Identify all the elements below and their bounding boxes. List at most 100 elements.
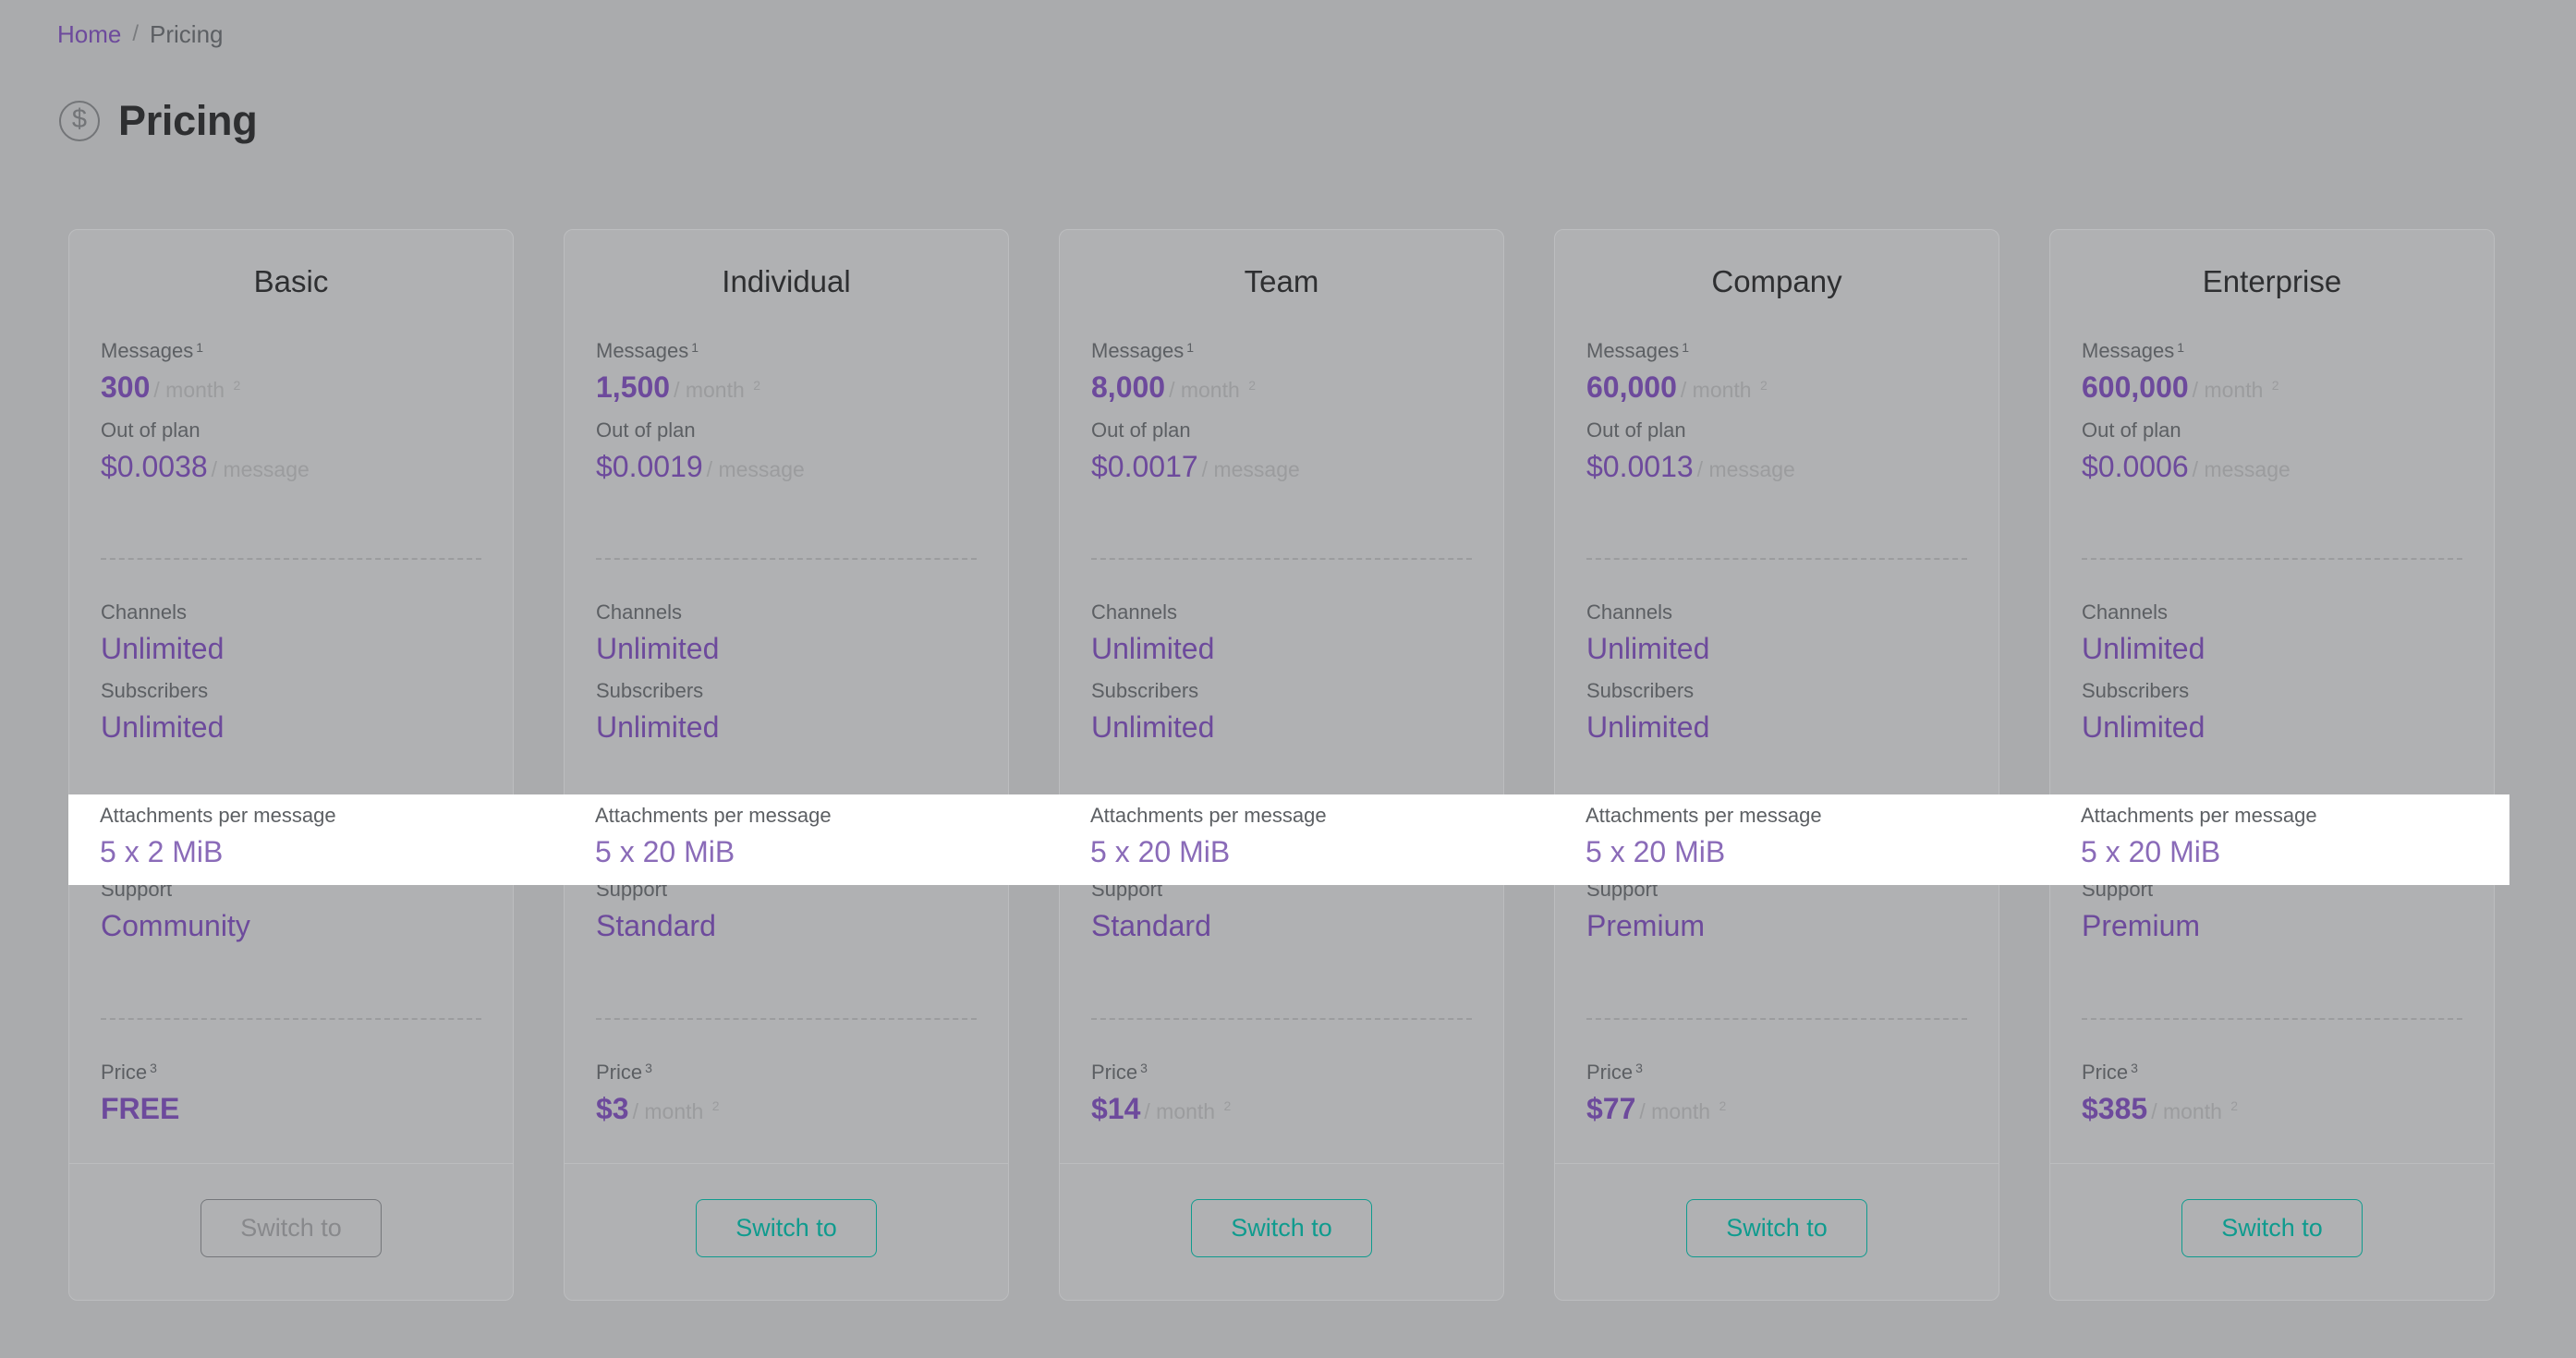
messages-group: Messages 1 8,000/ month 2 Out of plan $0.001… (1091, 298, 1472, 488)
messages-footnote: 1 (196, 339, 204, 355)
price-group: Price 3 $77/ month 2 (1586, 1017, 1967, 1130)
subscribers-label: Subscribers (101, 679, 209, 703)
subscribers-label: Subscribers (596, 679, 704, 703)
messages-group: Messages 1 1,500/ month 2 Out of plan $0.001… (596, 298, 977, 488)
pricing-card: Enterprise Messages 1 600,000/ month 2 Out o… (2049, 229, 2495, 1302)
limits-group: Channels Unlimited Subscribers Unlimited Att… (2082, 558, 2462, 828)
attachments-label: Attachments per message (1586, 804, 1822, 827)
messages-unit: / month 2 (1169, 377, 1256, 403)
attachments-value: 5 x 20 MiB (1586, 835, 1726, 868)
channels-label: Channels (1586, 600, 1672, 624)
price-unit-footnote: 2 (1719, 1097, 1727, 1113)
attachments-highlight-cell: Attachments per message 5 x 20 MiB (2049, 794, 2495, 885)
plan-name: Enterprise (2202, 264, 2342, 298)
plan-name: Team (1244, 264, 1319, 298)
switch-to-button[interactable]: Switch to (2181, 1199, 2363, 1258)
support-row: Support Standard (1091, 874, 1472, 947)
messages-footnote: 1 (1186, 339, 1195, 355)
messages-unit: / month 2 (674, 377, 760, 403)
channels-label: Channels (596, 600, 682, 624)
out-of-plan-row: Out of plan $0.0006/ message (2082, 415, 2462, 488)
price-unit-footnote: 2 (711, 1097, 720, 1113)
price-row: Price 3 $77/ month 2 (1586, 1057, 1967, 1130)
messages-unit-footnote: 2 (1248, 377, 1256, 393)
messages-group: Messages 1 300/ month 2 Out of plan $0.0038/… (101, 298, 481, 488)
support-value: Premium (1586, 909, 1706, 943)
attachments-value: 5 x 2 MiB (100, 835, 224, 868)
messages-value: 300 (101, 370, 151, 405)
out-of-plan-value: $0.0019 (596, 449, 703, 483)
price-group: Price 3 $385/ month 2 (2082, 1017, 2462, 1130)
messages-footnote: 1 (1682, 339, 1690, 355)
messages-unit: / month 2 (153, 377, 241, 403)
price-footnote: 3 (2131, 1061, 2138, 1076)
messages-row: Messages 1 8,000/ month 2 (1091, 335, 1472, 408)
pricing-card: Basic Messages 1 300/ month 2 Out of plan $0.… (68, 229, 514, 1302)
attachments-label: Attachments per message (595, 804, 832, 827)
card-footer: Switch to (1060, 1163, 1503, 1300)
page-title: Pricing (118, 97, 258, 144)
breadcrumb-link-home[interactable]: Home (57, 18, 121, 50)
switch-to-button[interactable]: Switch to (1191, 1199, 1372, 1258)
subscribers-row: Subscribers Unlimited (2082, 675, 2462, 748)
out-of-plan-label: Out of plan (2082, 418, 2181, 442)
price-row: Price 3 $3/ month 2 (596, 1057, 977, 1130)
attachments-label: Attachments per message (1090, 804, 1327, 827)
price-footnote: 3 (645, 1061, 652, 1076)
subscribers-row: Subscribers Unlimited (1091, 675, 1472, 748)
out-of-plan-unit: / message (211, 456, 310, 481)
switch-to-button[interactable]: Switch to (1686, 1199, 1867, 1258)
subscribers-label: Subscribers (1091, 679, 1199, 703)
limits-group: Channels Unlimited Subscribers Unlimited Att… (101, 558, 481, 828)
messages-label: Messages (2082, 339, 2175, 363)
channels-value: Unlimited (101, 632, 225, 666)
plan-name: Individual (722, 264, 851, 298)
switch-to-button[interactable]: Switch to (696, 1199, 877, 1258)
limits-group: Channels Unlimited Subscribers Unlimited Att… (1091, 558, 1472, 828)
dollar-circle-icon: $ (59, 100, 100, 141)
out-of-plan-unit: / message (1201, 456, 1300, 481)
messages-unit-footnote: 2 (2271, 377, 2279, 393)
support-value: Standard (596, 909, 716, 943)
price-label: Price (101, 1060, 148, 1084)
attachments-label: Attachments per message (100, 804, 336, 827)
subscribers-row: Subscribers Unlimited (596, 675, 977, 748)
messages-unit-footnote: 2 (1759, 377, 1768, 393)
price-row: Price 3 $14/ month 2 (1091, 1057, 1472, 1130)
pricing-card: Team Messages 1 8,000/ month 2 Out of plan $0… (1059, 229, 1504, 1302)
out-of-plan-label: Out of plan (1091, 418, 1191, 442)
messages-label: Messages (1586, 339, 1680, 363)
price-footnote: 3 (1635, 1061, 1643, 1076)
subscribers-value: Unlimited (1586, 710, 1710, 745)
card-footer: Switch to (69, 1163, 513, 1300)
out-of-plan-unit: / message (2192, 456, 2290, 481)
attachments-highlight-cell: Attachments per message 5 x 20 MiB (564, 794, 1009, 885)
messages-value: 8,000 (1091, 370, 1166, 405)
channels-label: Channels (101, 600, 187, 624)
channels-value: Unlimited (596, 632, 720, 666)
price-unit: / month 2 (1144, 1097, 1232, 1123)
messages-unit-footnote: 2 (233, 377, 241, 393)
messages-label: Messages (596, 339, 689, 363)
channels-row: Channels Unlimited (1586, 597, 1967, 670)
limits-group: Channels Unlimited Subscribers Unlimited Att… (1586, 558, 1967, 828)
messages-value: 60,000 (1586, 370, 1677, 405)
card-footer: Switch to (1555, 1163, 1999, 1300)
price-value: FREE (101, 1091, 180, 1125)
price-group: Price 3 FREE (101, 1017, 481, 1130)
price-label: Price (596, 1060, 643, 1084)
pricing-card: Individual Messages 1 1,500/ month 2 Out of … (564, 229, 1009, 1302)
price-group: Price 3 $3/ month 2 (596, 1017, 977, 1130)
messages-footnote: 1 (2177, 339, 2185, 355)
out-of-plan-value: $0.0013 (1586, 449, 1694, 483)
channels-row: Channels Unlimited (2082, 597, 2462, 670)
support-value: Standard (1091, 909, 1211, 943)
breadcrumb-separator: / (132, 21, 140, 46)
out-of-plan-unit: / message (1696, 456, 1795, 481)
subscribers-row: Subscribers Unlimited (1586, 675, 1967, 748)
price-footnote: 3 (150, 1061, 157, 1076)
channels-value: Unlimited (1091, 632, 1215, 666)
attachments-label: Attachments per message (2081, 804, 2317, 827)
messages-row: Messages 1 300/ month 2 (101, 335, 481, 408)
out-of-plan-value: $0.0038 (101, 449, 208, 483)
